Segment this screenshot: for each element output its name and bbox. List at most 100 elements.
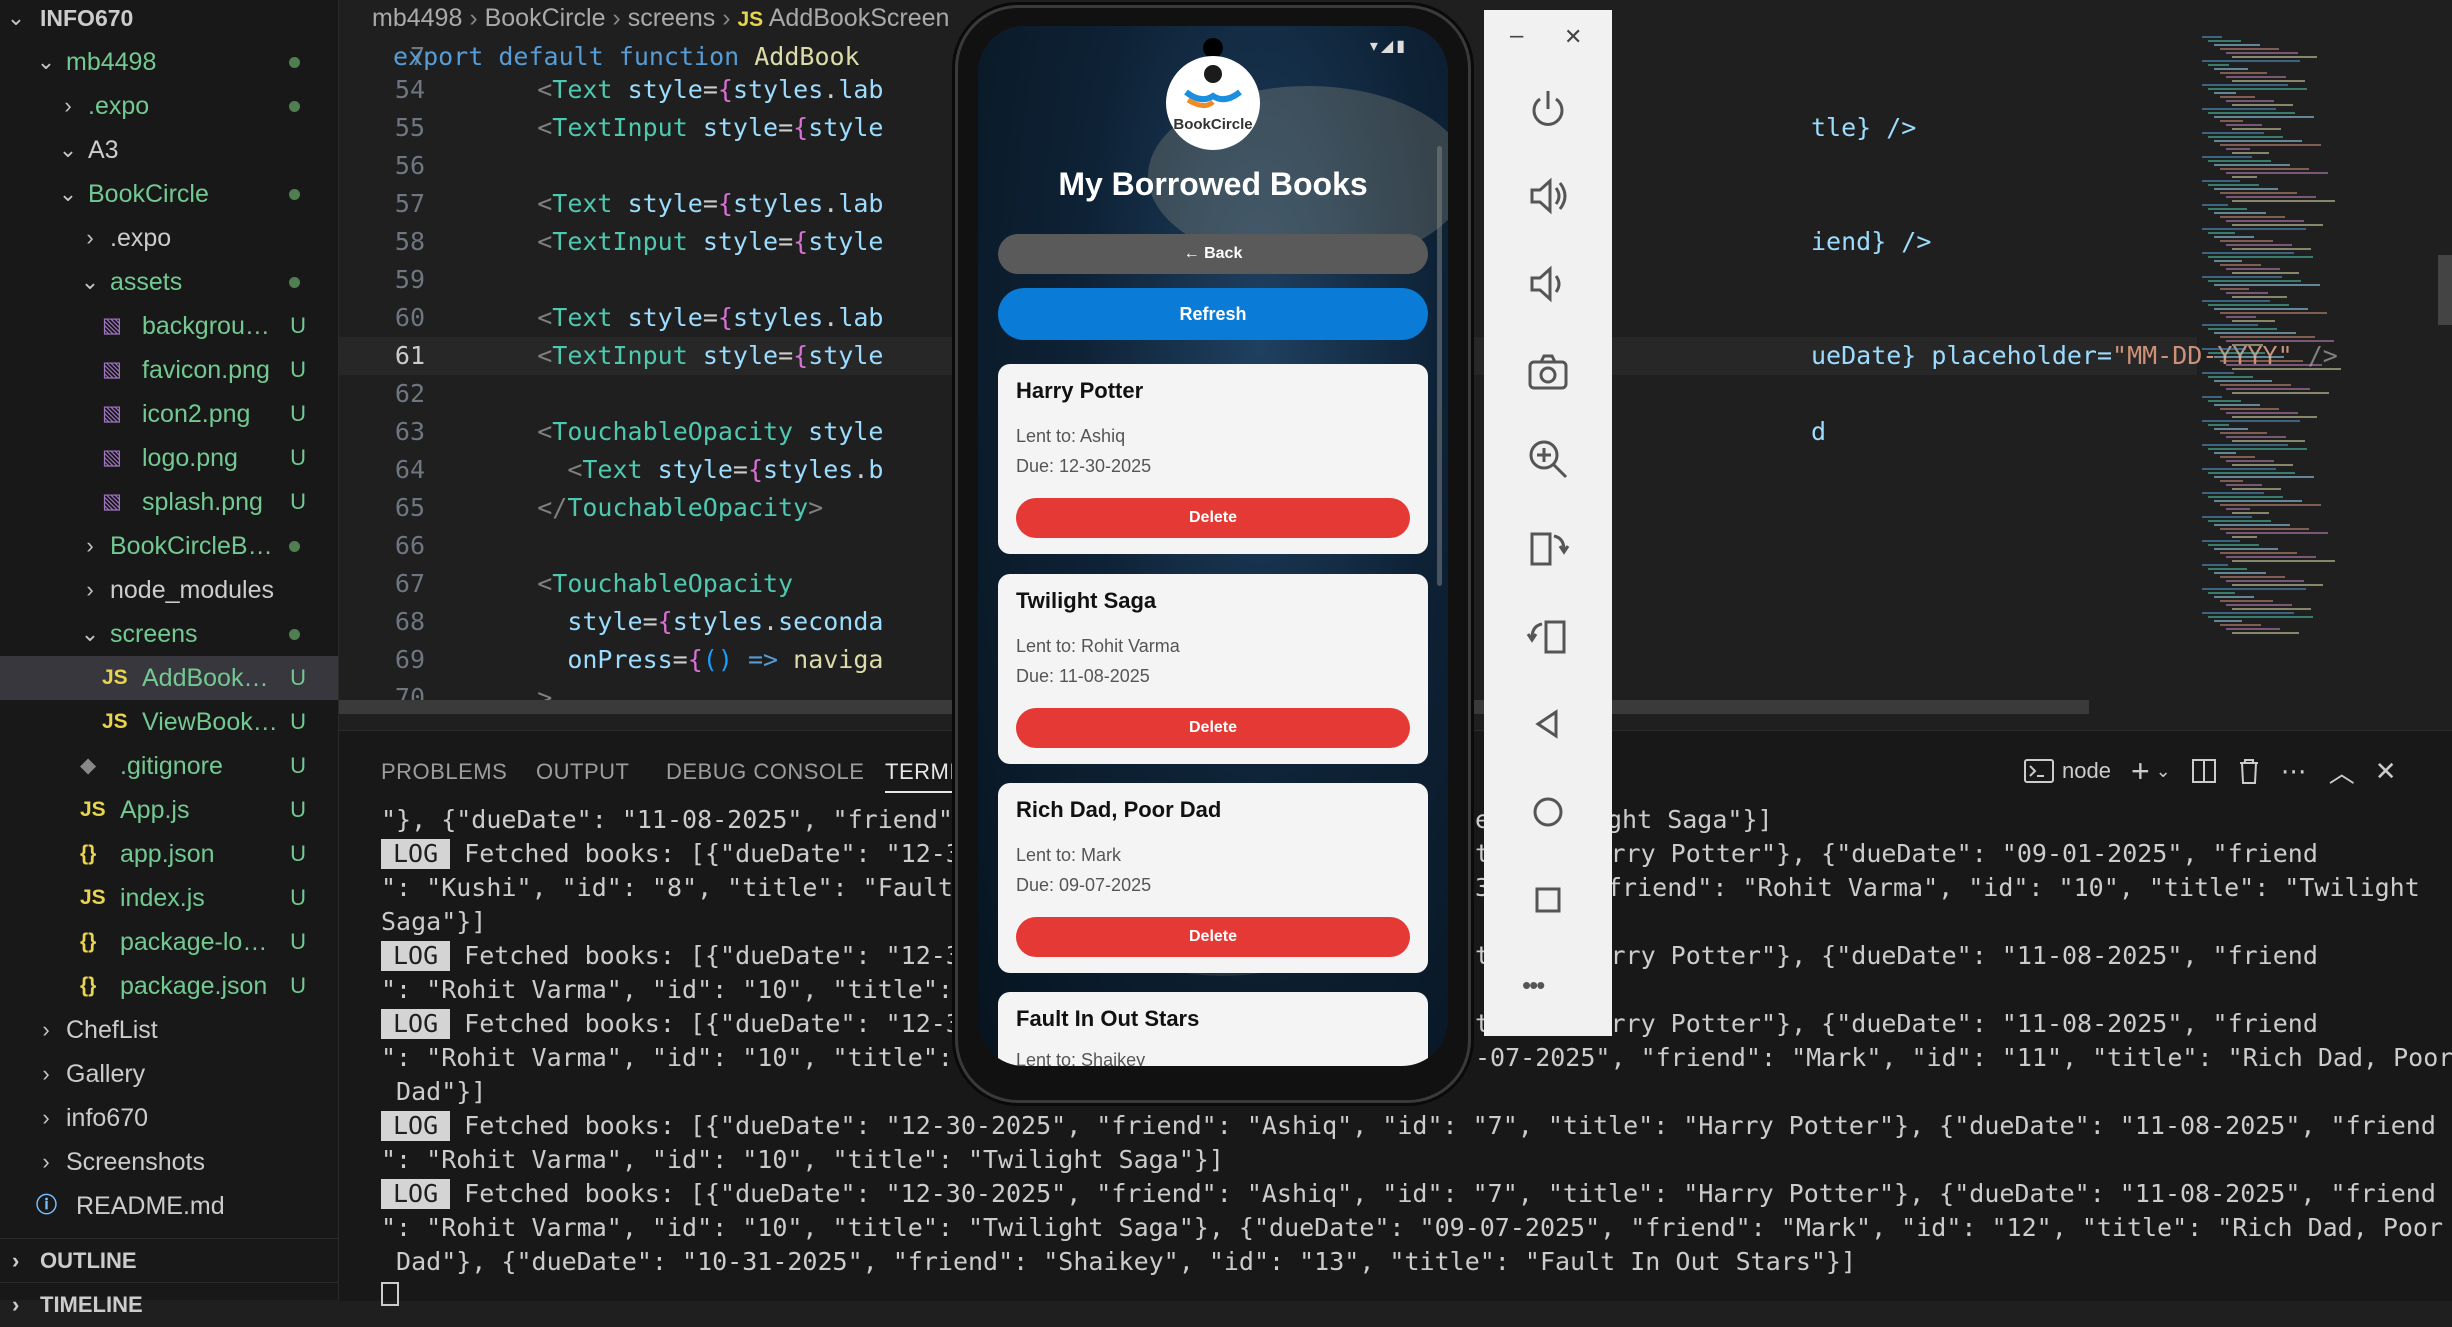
trash-icon[interactable] (2237, 757, 2261, 785)
terminal-line: ": "Rohit Varma", "id": "10", "title": "… (381, 1211, 2443, 1245)
phone-screen[interactable]: ▾◢▮ BookCircle My Borrowed Books ← Back … (978, 26, 1448, 1066)
delete-button[interactable]: Delete (1016, 498, 1410, 538)
explorer-file[interactable]: {} package-lock.... U (0, 920, 338, 964)
explorer-file[interactable]: ▧ background.... U (0, 304, 338, 348)
js-file-icon: JS (102, 710, 128, 733)
explorer-file[interactable]: JS index.js U (0, 876, 338, 920)
explorer-file[interactable]: ▧ splash.png U (0, 480, 338, 524)
power-icon[interactable] (1524, 85, 1572, 133)
book-card: Fault In Out Stars Lent to: Shaikey (998, 992, 1428, 1066)
minimap-line (2202, 108, 2276, 110)
explorer-file[interactable]: JS ViewBooksS... U (0, 700, 338, 744)
book-title: Twilight Saga (1016, 588, 1157, 613)
explorer-folder[interactable]: › Screenshots (0, 1140, 338, 1184)
explorer-folder[interactable]: › node_modules (0, 568, 338, 612)
minimize-icon[interactable]: – (1510, 22, 1523, 50)
minimap-line (2208, 616, 2313, 618)
explorer-folder[interactable]: ⌄ assets (0, 260, 338, 304)
rotate-right-icon[interactable] (1524, 612, 1572, 660)
explorer-item-label: App.js (120, 796, 190, 824)
close-panel-icon[interactable]: ✕ (2375, 756, 2397, 787)
explorer-folder[interactable]: › Gallery (0, 1052, 338, 1096)
chevron-down-icon[interactable]: ⌄ (2156, 761, 2171, 782)
minimap-line (2232, 632, 2299, 634)
explorer-item-label: BookCircleBa... (110, 532, 278, 560)
breadcrumb: mb4498 › BookCircle › screens › JS AddBo… (372, 4, 950, 32)
chevron-right-icon: › (86, 533, 94, 558)
terminal-shell-selector[interactable]: node (2024, 758, 2111, 784)
code-text: <Text style={styles.b (567, 455, 884, 484)
camera-icon[interactable] (1524, 348, 1572, 396)
more-actions-icon[interactable]: ⋯ (2281, 756, 2309, 787)
explorer-folder[interactable]: › .expo (0, 84, 338, 128)
json-file-icon: {} (80, 974, 97, 997)
overview-icon[interactable] (1524, 876, 1572, 924)
explorer-folder[interactable]: › BookCircleBa... (0, 524, 338, 568)
explorer-item-label: node_modules (110, 576, 275, 604)
explorer-file[interactable]: ⓘ README.md (0, 1184, 338, 1228)
js-file-icon: JS (737, 8, 764, 31)
timeline-section[interactable]: › TIMELINE (0, 1282, 338, 1327)
explorer-folder[interactable]: › info670 (0, 1096, 338, 1140)
explorer-folder[interactable]: ⌄ mb4498 (0, 40, 338, 84)
line-number: 57 (394, 189, 425, 218)
explorer-file[interactable]: JS AddBookScr... U (0, 656, 338, 700)
split-terminal-icon[interactable] (2191, 758, 2217, 784)
explorer-file[interactable]: ▧ icon2.png U (0, 392, 338, 436)
volume-down-icon[interactable] (1524, 260, 1572, 308)
refresh-button[interactable]: Refresh (998, 288, 1428, 340)
delete-button[interactable]: Delete (1016, 917, 1410, 957)
minimap-line (2208, 304, 2289, 306)
explorer-folder[interactable]: › ChefList (0, 1008, 338, 1052)
terminal-text: ": "Rohit Varma", "id": "10", "title": "… (381, 1145, 1224, 1174)
minimap-line (2214, 500, 2302, 502)
minimap-line (2226, 364, 2322, 366)
breadcrumb-item[interactable]: screens (628, 4, 716, 32)
explorer-folder[interactable]: ⌄ A3 (0, 128, 338, 172)
breadcrumb-item[interactable]: BookCircle (485, 4, 606, 32)
breadcrumb-item[interactable]: AddBookScreen (769, 4, 950, 32)
tab-debug-console[interactable]: DEBUG CONSOLE (666, 759, 864, 785)
minimap-line (2220, 240, 2273, 242)
back-button[interactable]: ← Back (998, 234, 1428, 274)
volume-up-icon[interactable] (1524, 172, 1572, 220)
explorer-root[interactable]: ⌄ INFO670 (0, 0, 338, 36)
explorer-item-label: ChefList (66, 1016, 158, 1044)
breadcrumb-item[interactable]: mb4498 (372, 4, 462, 32)
back-icon[interactable] (1524, 700, 1572, 748)
outline-section[interactable]: › OUTLINE (0, 1238, 338, 1283)
explorer-folder[interactable]: › .expo (0, 216, 338, 260)
explorer-file[interactable]: {} package.json U (0, 964, 338, 1008)
rotate-left-icon[interactable] (1524, 524, 1572, 572)
explorer-folder[interactable]: ⌄ screens (0, 612, 338, 656)
minimap-line (2208, 328, 2277, 330)
more-icon[interactable]: ••• (1522, 970, 1545, 1001)
explorer-folder[interactable]: ⌄ BookCircle (0, 172, 338, 216)
explorer-item-label: ViewBooksS... (142, 708, 278, 736)
delete-button[interactable]: Delete (1016, 708, 1410, 748)
minimap-line (2220, 432, 2267, 434)
explorer-item-label: info670 (66, 1104, 149, 1132)
home-icon[interactable] (1524, 788, 1572, 836)
explorer-file[interactable]: JS App.js U (0, 788, 338, 832)
explorer-file[interactable]: ◆ .gitignore U (0, 744, 338, 788)
maximize-panel-icon[interactable]: ︿ (2329, 753, 2355, 790)
minimap-line (2220, 72, 2267, 74)
explorer-file[interactable]: ▧ logo.png U (0, 436, 338, 480)
minimap-line (2232, 56, 2317, 58)
tab-output[interactable]: OUTPUT (536, 759, 629, 785)
close-icon[interactable]: ✕ (1564, 24, 1582, 50)
explorer-file[interactable]: ▧ favicon.png U (0, 348, 338, 392)
minimap[interactable] (2197, 36, 2387, 636)
add-terminal-icon[interactable]: + (2131, 753, 2150, 790)
tab-problems[interactable]: PROBLEMS (381, 759, 507, 785)
explorer-file[interactable]: {} app.json U (0, 832, 338, 876)
chevron-right-icon: › (42, 1105, 50, 1130)
line-number: 64 (394, 455, 425, 484)
zoom-icon[interactable] (1524, 435, 1572, 483)
explorer-item-label: mb4498 (66, 48, 157, 76)
editor-scrollbar[interactable] (2438, 255, 2452, 325)
chevron-right-icon: › (42, 1017, 50, 1042)
js-file-icon: JS (102, 666, 128, 689)
untracked-badge: U (290, 489, 306, 514)
